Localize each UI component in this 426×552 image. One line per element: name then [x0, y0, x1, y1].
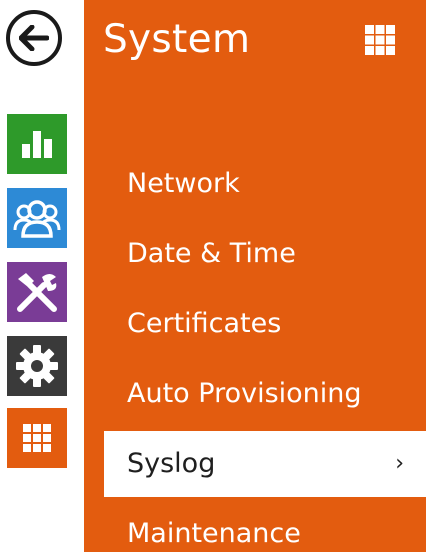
- menu-item-label: Maintenance: [127, 518, 301, 549]
- chevron-right-icon: ›: [395, 451, 404, 476]
- users-icon: [13, 200, 61, 238]
- rail-item-directory[interactable]: [7, 188, 67, 248]
- gear-icon: [16, 345, 58, 387]
- app-root: System Network Date & Time Certificates …: [0, 0, 426, 552]
- menu-item-auto-provisioning[interactable]: Auto Provisioning: [84, 359, 426, 429]
- menu-item-certificates[interactable]: Certificates: [84, 289, 426, 359]
- rail-item-hardware[interactable]: [7, 262, 67, 322]
- menu-item-label: Auto Provisioning: [127, 378, 362, 409]
- menu-item-network[interactable]: Network: [84, 149, 426, 219]
- menu-item-syslog[interactable]: Syslog ›: [104, 431, 426, 497]
- page-title: System: [103, 17, 251, 62]
- grid-icon: [23, 424, 51, 452]
- arrow-left-icon: [19, 25, 49, 51]
- system-menu: Network Date & Time Certificates Auto Pr…: [84, 149, 426, 552]
- menu-item-label: Certificates: [127, 308, 282, 339]
- panel-grid-button[interactable]: [362, 22, 398, 58]
- tools-icon: [17, 273, 57, 312]
- rail-item-status[interactable]: [7, 114, 67, 174]
- rail-item-services[interactable]: [7, 336, 67, 396]
- menu-item-label: Syslog: [127, 448, 216, 479]
- menu-item-label: Network: [127, 168, 240, 199]
- system-panel: System Network Date & Time Certificates …: [84, 0, 426, 552]
- bar-chart-icon: [22, 131, 52, 158]
- rail-item-system[interactable]: [7, 408, 67, 468]
- back-button[interactable]: [6, 10, 62, 66]
- menu-item-label: Date & Time: [127, 238, 296, 269]
- grid-icon: [365, 25, 395, 55]
- menu-item-date-time[interactable]: Date & Time: [84, 219, 426, 289]
- menu-item-maintenance[interactable]: Maintenance: [84, 499, 426, 552]
